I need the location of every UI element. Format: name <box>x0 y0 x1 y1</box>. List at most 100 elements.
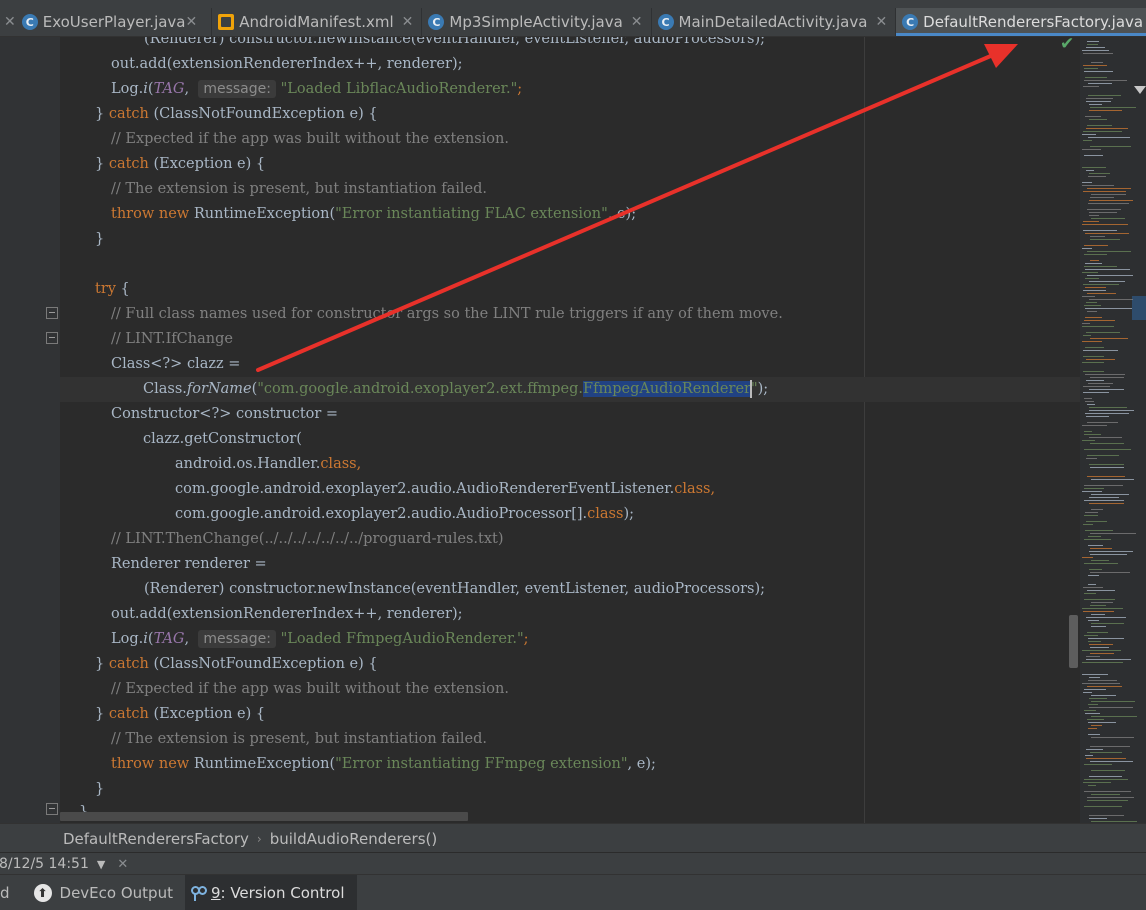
minimap-line <box>1082 272 1098 273</box>
minimap-line <box>1084 710 1096 711</box>
minimap-line <box>1090 647 1109 648</box>
minimap-line <box>1090 554 1127 555</box>
minimap-line <box>1083 587 1103 588</box>
minimap-line <box>1084 599 1115 600</box>
tool-window-version-control[interactable]: 9: Version Control <box>184 875 357 910</box>
minimap-line <box>1084 563 1118 564</box>
minimap-line <box>1082 326 1114 327</box>
minimap-line <box>1090 761 1133 762</box>
tab-androidmanifest[interactable]: AndroidManifest.xml ✕ <box>212 8 423 36</box>
close-icon[interactable]: ✕ <box>402 14 414 30</box>
tab-maindetailedactivity[interactable]: C MainDetailedActivity.java ✕ <box>652 8 897 36</box>
vertical-scrollbar-thumb[interactable] <box>1069 615 1078 668</box>
close-icon[interactable]: ✕ <box>875 14 887 30</box>
code-line: } <box>95 781 105 797</box>
no-problems-check-icon[interactable]: ✔ <box>1060 34 1074 54</box>
minimap-line <box>1083 65 1107 66</box>
fold-marker-icon[interactable] <box>46 307 58 319</box>
minimap-line <box>1091 725 1102 726</box>
minimap-line <box>1090 377 1124 378</box>
minimap-line <box>1089 110 1122 111</box>
minimap-line <box>1085 317 1102 318</box>
minimap-line <box>1090 653 1114 654</box>
minimap-line <box>1086 380 1104 381</box>
tool-window-label: : Version Control <box>220 883 345 902</box>
minimap-line <box>1083 392 1109 393</box>
tab-mp3simpleactivity[interactable]: C Mp3SimpleActivity.java ✕ <box>422 8 652 36</box>
close-icon[interactable]: ✕ <box>4 14 16 30</box>
minimap-line <box>1088 176 1106 177</box>
minimap-line <box>1091 626 1106 627</box>
minimap-line <box>1085 263 1102 264</box>
code-line: } catch (Exception e) { <box>95 706 266 722</box>
breadcrumb-class[interactable]: DefaultRenderersFactory <box>63 830 249 848</box>
tool-window-deveco-output[interactable]: ⬆ DevEco Output <box>30 875 185 910</box>
minimap-line <box>1085 512 1098 513</box>
minimap-line <box>1085 755 1093 756</box>
minimap-line <box>1084 71 1113 72</box>
tab-label: Mp3SimpleActivity.java <box>449 13 623 31</box>
minimap-line <box>1089 707 1133 708</box>
minimap-line <box>1084 500 1124 501</box>
minimap-line <box>1089 818 1107 819</box>
minimap-line <box>1084 320 1115 321</box>
fold-marker-icon[interactable] <box>46 803 58 815</box>
minimap-line <box>1085 413 1129 414</box>
minimap-line <box>1089 389 1124 390</box>
minimap-line <box>1091 560 1109 561</box>
code-line: Renderer renderer = <box>111 556 267 572</box>
minimap-line <box>1091 194 1126 195</box>
minimap-line <box>1088 785 1096 786</box>
minimap-line <box>1091 509 1103 510</box>
minimap-line <box>1084 68 1098 69</box>
fold-marker-icon[interactable] <box>46 332 58 344</box>
breadcrumb-method[interactable]: buildAudioRenderers() <box>270 830 438 848</box>
minimap-line <box>1089 104 1102 105</box>
minimap-line <box>1088 728 1097 729</box>
code-line: (Renderer) constructor.newInstance(event… <box>144 37 766 47</box>
minimap-line <box>1084 689 1106 690</box>
code-line: out.add(extensionRendererIndex++, render… <box>111 606 463 622</box>
code-line: // LINT.IfChange <box>111 331 233 347</box>
code-line: clazz.getConstructor( <box>143 431 302 447</box>
minimap-line <box>1085 530 1113 531</box>
minimap-line <box>1083 140 1092 141</box>
minimap-line <box>1086 98 1113 99</box>
horizontal-scrollbar[interactable] <box>60 812 468 821</box>
tab-label: DefaultRenderersFactory.java <box>923 13 1144 31</box>
history-date: 8/12/5 14:51 <box>0 856 89 872</box>
minimap-line <box>1085 278 1099 279</box>
minimap-line <box>1083 191 1126 192</box>
minimap-line <box>1091 770 1125 771</box>
minimap-line <box>1087 41 1099 42</box>
code-line: Log.i(TAG, message: "Loaded FfmpegAudioR… <box>111 630 529 648</box>
tool-window-cut[interactable]: d <box>0 875 30 910</box>
minimap-line <box>1091 695 1116 696</box>
minimap-line <box>1085 233 1129 234</box>
minimap-line <box>1084 80 1127 81</box>
close-icon[interactable]: ✕ <box>117 857 128 872</box>
code-line: // The extension is present, but instant… <box>111 731 488 747</box>
parameter-hint: message: <box>198 630 276 648</box>
tab-exouserplayer[interactable]: ✕ C ExoUserPlayer.java ✕ <box>0 8 213 36</box>
tab-defaultrenderersfactory[interactable]: C DefaultRenderersFactory.java ✕ <box>896 8 1146 36</box>
minimap-line <box>1083 284 1119 285</box>
selected-text: FfmpegAudioRenderer <box>583 381 751 397</box>
xml-file-icon <box>218 14 235 30</box>
minimap-line <box>1083 356 1104 357</box>
minimap-line <box>1085 308 1132 309</box>
chevron-down-icon[interactable]: ▼ <box>97 858 105 871</box>
close-icon[interactable]: ✕ <box>186 14 198 30</box>
minimap-line <box>1083 386 1110 387</box>
minimap-line <box>1084 764 1112 765</box>
minimap-line <box>1088 734 1100 735</box>
minimap-line <box>1083 53 1113 54</box>
code-line: // The extension is present, but instant… <box>111 181 488 197</box>
minimap-line <box>1089 644 1113 645</box>
minimap-line <box>1083 230 1117 231</box>
close-icon[interactable]: ✕ <box>631 14 643 30</box>
code-editor[interactable]: (Renderer) constructor.newInstance(event… <box>60 37 1080 823</box>
minimap-line <box>1089 503 1124 504</box>
minimap-line <box>1084 266 1117 267</box>
minimap-line <box>1085 374 1125 375</box>
